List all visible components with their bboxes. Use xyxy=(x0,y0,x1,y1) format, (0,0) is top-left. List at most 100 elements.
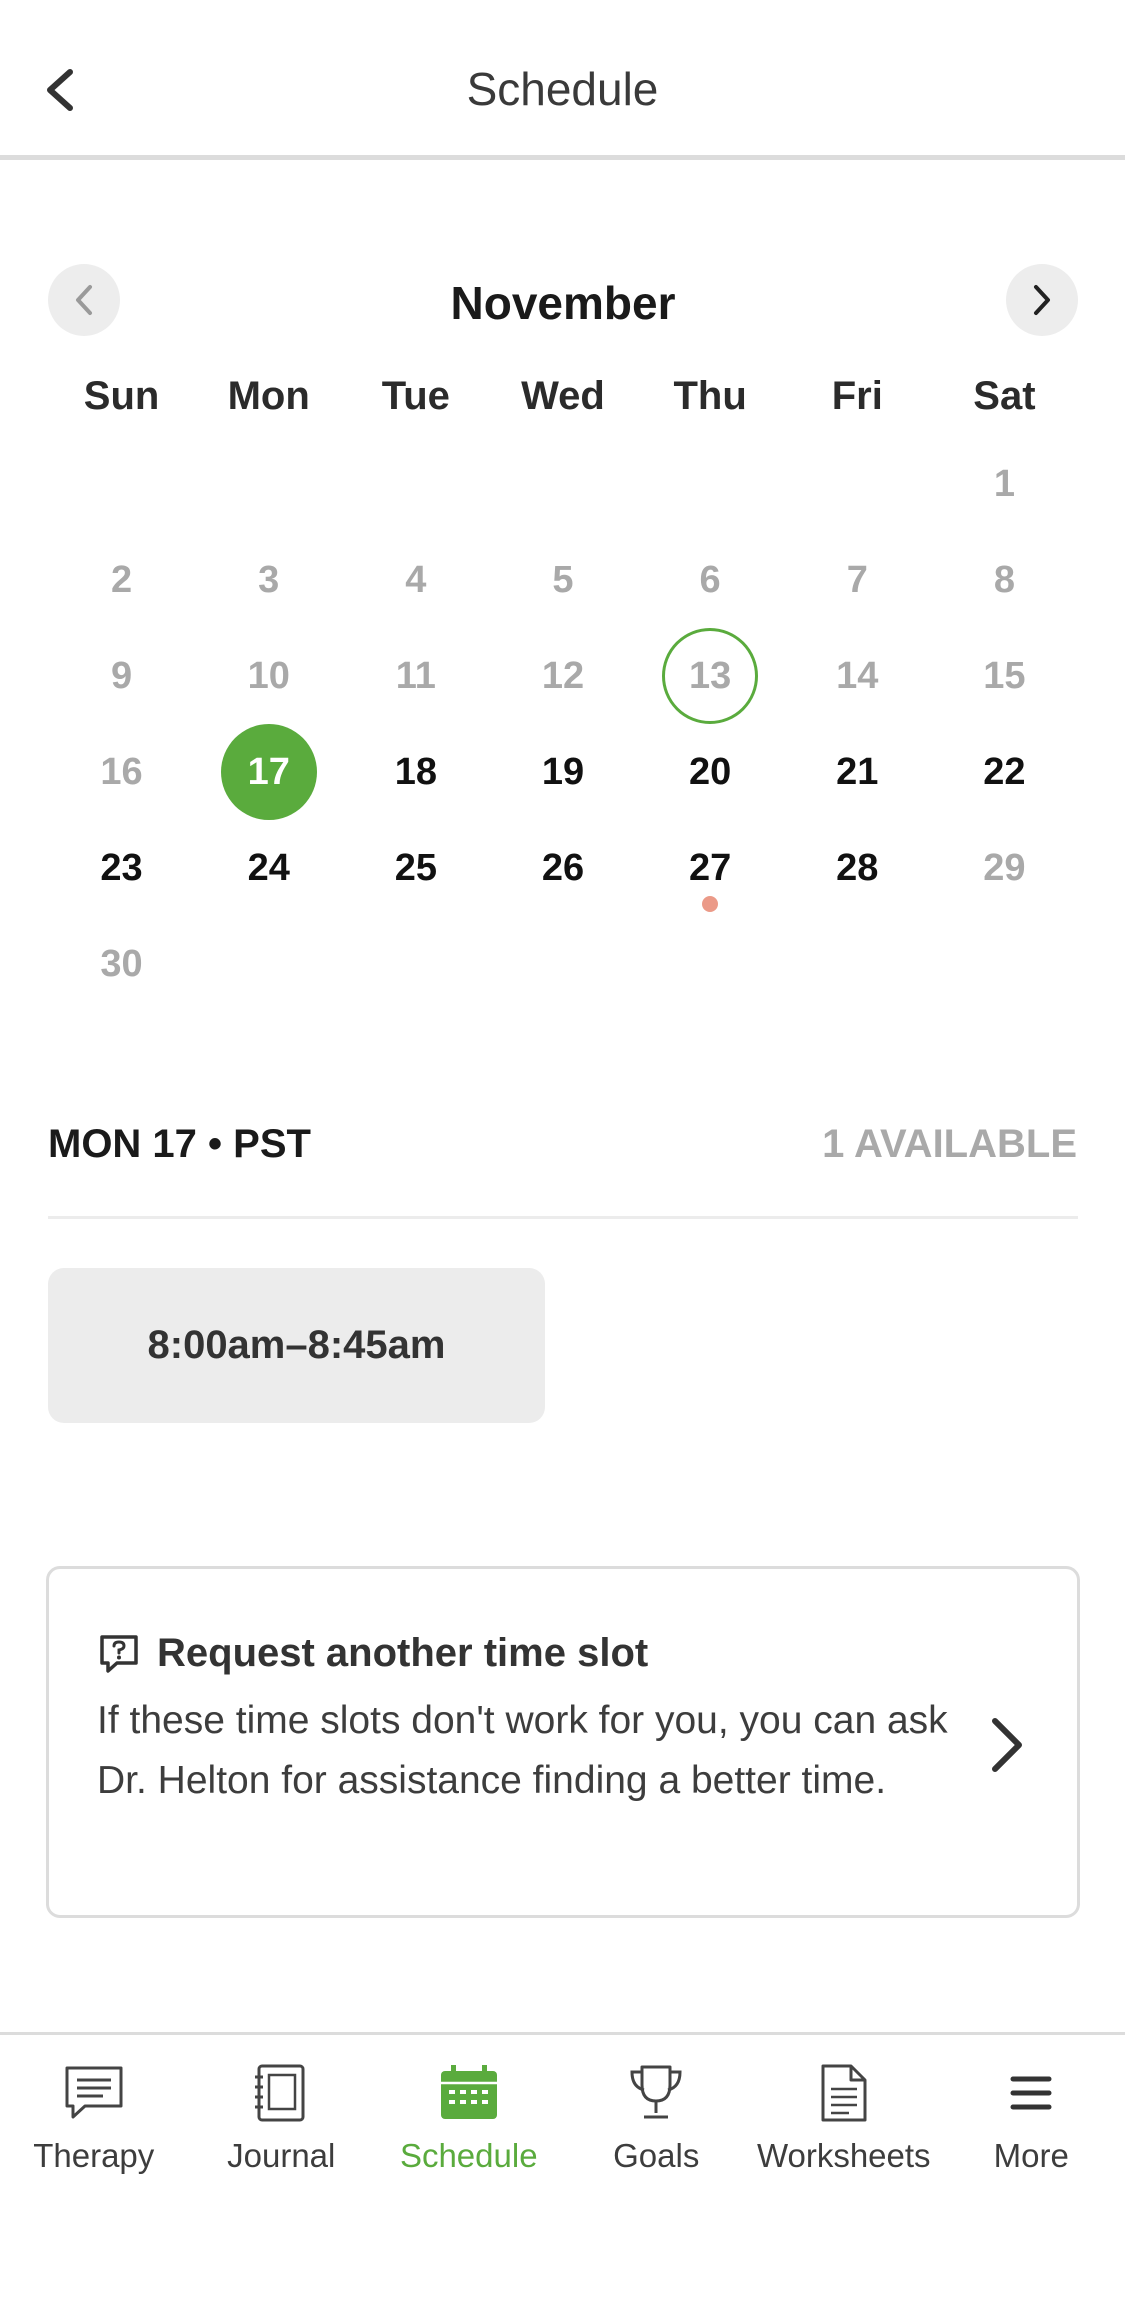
calendar-day-cell: 7 xyxy=(784,532,931,628)
top-bar: Schedule xyxy=(0,0,1125,160)
calendar-day[interactable]: 19 xyxy=(515,724,611,820)
request-card-title: Request another time slot xyxy=(157,1631,649,1675)
calendar-day: 29 xyxy=(983,846,1026,889)
calendar-day[interactable]: 25 xyxy=(368,820,464,916)
calendar-day: 5 xyxy=(552,558,574,601)
empty-day-cell xyxy=(195,436,342,532)
calendar-day: 10 xyxy=(247,654,290,697)
bottom-navigation: Therapy Journal Schedule Goals Worksheet… xyxy=(0,2032,1125,2314)
empty-day-cell xyxy=(48,436,195,532)
calendar-day-cell: 11 xyxy=(342,628,489,724)
calendar-day-cell: 17 xyxy=(195,724,342,820)
calendar-day-grid: 1 2 3 4 5 6 7 8 9 10 11 12 13 14 15 16 17 18 19 20 21 22 23 24 2… xyxy=(48,436,1078,1012)
calendar-day[interactable]: 23 xyxy=(74,820,170,916)
request-card-header: Request another time slot xyxy=(97,1631,648,1676)
weekday-label: Wed xyxy=(521,374,605,418)
time-slot-button[interactable]: 8:00am–8:45am xyxy=(48,1268,545,1423)
calendar-day-cell: 15 xyxy=(931,628,1078,724)
nav-label-goals: Goals xyxy=(613,2137,700,2174)
nav-item-more[interactable]: More xyxy=(938,2061,1125,2175)
calendar-day[interactable]: 21 xyxy=(809,724,905,820)
calendar-day-cell: 6 xyxy=(637,532,784,628)
calendar-day-cell: 27 xyxy=(637,820,784,916)
nav-label-journal: Journal xyxy=(227,2137,336,2174)
nav-item-goals[interactable]: Goals xyxy=(563,2061,751,2175)
event-dot-indicator xyxy=(702,896,719,912)
calendar-day-cell: 9 xyxy=(48,628,195,724)
divider xyxy=(48,1216,1078,1219)
nav-label-worksheets: Worksheets xyxy=(756,2137,931,2174)
calendar-day-cell: 26 xyxy=(489,820,636,916)
calendar-day-cell: 21 xyxy=(784,724,931,820)
calendar-day: 9 xyxy=(110,654,133,697)
schedule-screen: Schedule November Sun Mon Tue Wed Thu Fri Sat … xyxy=(0,0,1125,2314)
calendar-day-cell: 28 xyxy=(784,820,931,916)
calendar-day-cell: 8 xyxy=(931,532,1078,628)
calendar-day: 16 xyxy=(100,750,143,793)
document-icon xyxy=(809,2061,879,2125)
chat-icon xyxy=(59,2061,129,2125)
calendar-day: 3 xyxy=(258,558,280,601)
nav-item-schedule[interactable]: Schedule xyxy=(375,2061,563,2175)
calendar-day: 4 xyxy=(405,558,427,601)
empty-day-cell xyxy=(637,436,784,532)
calendar-day[interactable]: 22 xyxy=(956,724,1052,820)
calendar-day-cell: 1 xyxy=(931,436,1078,532)
request-time-slot-card[interactable]: Request another time slot If these time … xyxy=(46,1566,1080,1918)
nav-item-therapy[interactable]: Therapy xyxy=(0,2061,188,2175)
trophy-icon xyxy=(621,2061,691,2125)
calendar-day-cell: 14 xyxy=(784,628,931,724)
selected-day[interactable]: 17 xyxy=(220,724,317,820)
nav-label-therapy: Therapy xyxy=(33,2137,155,2174)
calendar-day: 6 xyxy=(699,558,721,601)
calendar-icon xyxy=(434,2061,504,2125)
calendar-day-cell: 12 xyxy=(489,628,636,724)
calendar-day[interactable]: 28 xyxy=(809,820,905,916)
calendar-day-cell: 4 xyxy=(342,532,489,628)
calendar-day-cell: 10 xyxy=(195,628,342,724)
empty-day-cell xyxy=(489,436,636,532)
calendar-day: 15 xyxy=(983,654,1026,697)
calendar-day-cell: 25 xyxy=(342,820,489,916)
next-month-button[interactable] xyxy=(1006,264,1078,336)
calendar-day: 14 xyxy=(836,654,879,697)
calendar-day[interactable]: 24 xyxy=(221,820,317,916)
calendar-day-cell: 19 xyxy=(489,724,636,820)
available-count: 1 AVAILABLE xyxy=(822,1122,1077,1166)
calendar-day-cell: 29 xyxy=(931,820,1078,916)
empty-day-cell xyxy=(784,436,931,532)
question-chat-icon xyxy=(100,1634,138,1673)
calendar-day[interactable]: 18 xyxy=(368,724,464,820)
calendar-day: 12 xyxy=(541,654,585,697)
calendar-day: 30 xyxy=(100,942,143,985)
weekday-label: Mon xyxy=(227,374,310,418)
calendar-day-cell: 3 xyxy=(195,532,342,628)
today-day: 13 xyxy=(662,628,759,724)
calendar-day-cell: 5 xyxy=(489,532,636,628)
weekday-label: Fri xyxy=(831,374,883,418)
chevron-right-icon xyxy=(1034,285,1050,315)
calendar-day-cell: 22 xyxy=(931,724,1078,820)
calendar-day-cell: 2 xyxy=(48,532,195,628)
weekday-label: Sat xyxy=(973,374,1036,418)
calendar-day-cell: 24 xyxy=(195,820,342,916)
nav-label-more: More xyxy=(993,2137,1069,2174)
page-title: Schedule xyxy=(466,63,659,115)
chevron-right-icon xyxy=(992,1718,1022,1772)
weekday-label: Sun xyxy=(83,374,160,418)
calendar-day: 11 xyxy=(395,654,436,697)
request-card-text: If these time slots don't work for you, … xyxy=(97,1699,948,1802)
calendar-day-cell: 30 xyxy=(48,916,195,1012)
nav-item-worksheets[interactable]: Worksheets xyxy=(750,2061,938,2175)
weekday-label: Thu xyxy=(673,374,747,418)
weekday-label: Tue xyxy=(381,374,450,418)
calendar-day-cell: 16 xyxy=(48,724,195,820)
nav-item-journal[interactable]: Journal xyxy=(188,2061,376,2175)
calendar-day-cell: 18 xyxy=(342,724,489,820)
month-title: November xyxy=(450,277,676,329)
calendar-day[interactable]: 20 xyxy=(662,724,758,820)
calendar-day: 8 xyxy=(993,558,1015,601)
calendar-day[interactable]: 26 xyxy=(515,820,611,916)
calendar-day-cell: 20 xyxy=(637,724,784,820)
nav-label-schedule: Schedule xyxy=(399,2137,538,2174)
